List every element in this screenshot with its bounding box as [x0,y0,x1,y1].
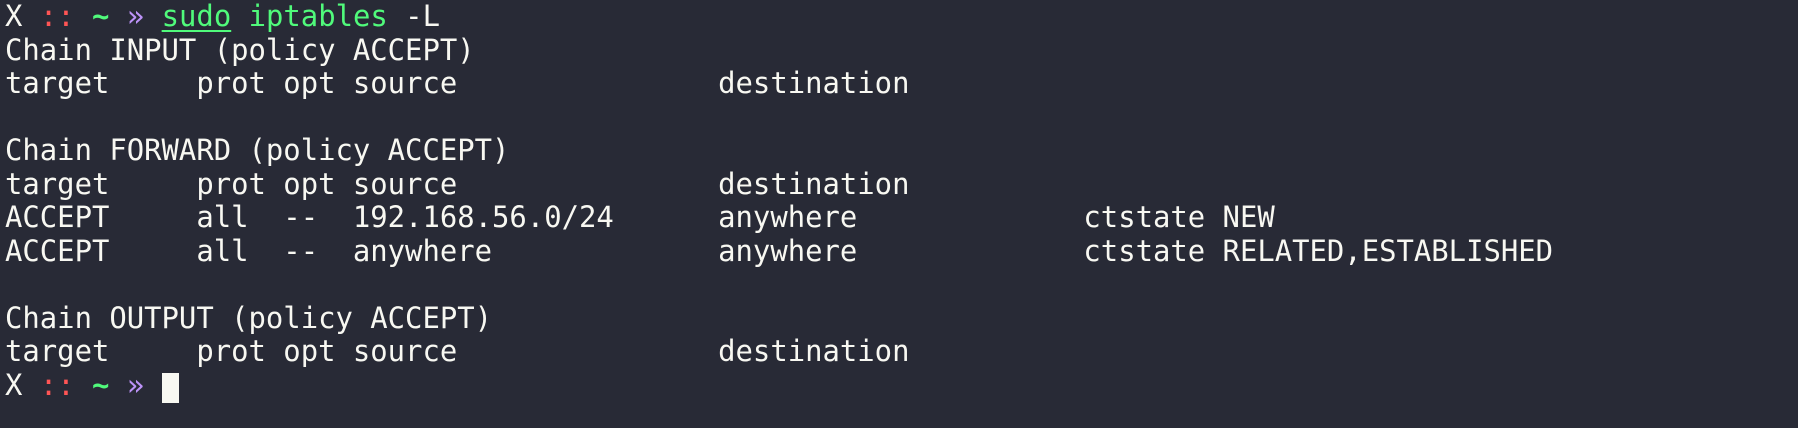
output-line: Chain INPUT (policy ACCEPT) [5,32,475,67]
command-sudo: sudo [161,0,232,33]
output-line: target prot opt source destination [5,334,910,368]
command-option: -L [405,0,440,33]
command-text: iptables -L [248,0,440,33]
terminal-output[interactable]: X :: ~ » sudo iptables -L Chain INPUT (p… [5,0,1554,403]
output-line: target prot opt source destination [5,166,910,201]
cursor [161,372,179,403]
prompt-arrow-icon: » [126,0,145,33]
output-line: target prot opt source destination [5,66,910,100]
prompt-cwd: ~ [92,0,110,33]
prompt-arrow-icon: » [126,367,145,402]
output-line: ACCEPT all -- 192.168.56.0/24 anywhere c… [5,200,1275,234]
output-line: Chain FORWARD (policy ACCEPT) [5,133,510,167]
output-line: Chain OUTPUT (policy ACCEPT) [5,300,493,335]
prompt-separator: :: [39,367,75,402]
output-line: ACCEPT all -- anywhere anywhere ctstate … [5,233,1554,268]
prompt-host: X [5,367,23,402]
prompt-line: X :: ~ » sudo iptables -L [5,0,1553,34]
prompt-cwd: ~ [92,367,110,402]
next-prompt-line: X :: ~ » [5,367,1553,403]
prompt-separator: :: [39,0,75,33]
prompt-host: X [5,0,23,33]
